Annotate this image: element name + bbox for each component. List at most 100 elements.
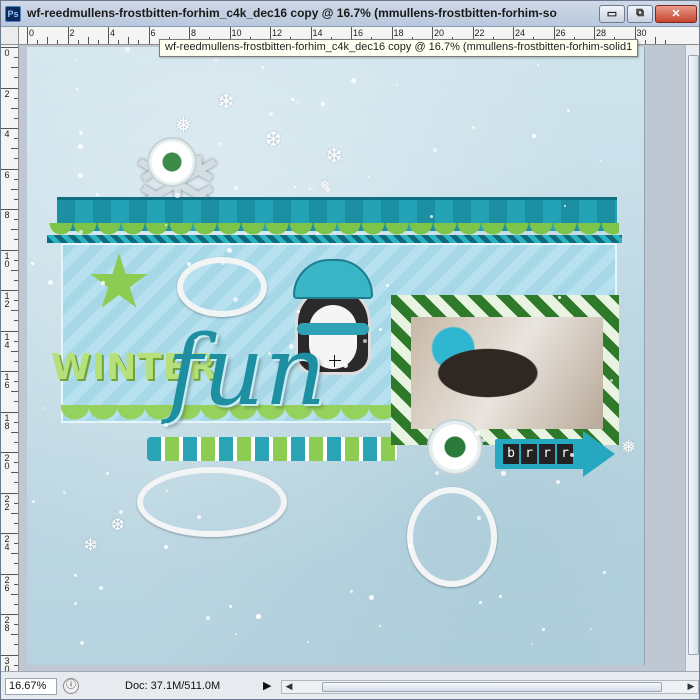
- ruler-minor-tick: [11, 67, 18, 69]
- ruler-label: 30: [636, 28, 647, 38]
- ruler-tick: [148, 27, 150, 44]
- snow-dot: [326, 188, 330, 192]
- snow-dot: [99, 586, 103, 590]
- snow-dot: [79, 230, 83, 234]
- ruler-minor-tick: [14, 401, 18, 403]
- snow-dot: [294, 186, 296, 188]
- ruler-label: 10: [4, 250, 10, 269]
- snow-dot: [78, 144, 83, 149]
- teal-ricrac-trim: [47, 235, 622, 243]
- snow-dot: [430, 215, 433, 218]
- ruler-minor-tick: [14, 543, 18, 545]
- document-size-info: Doc: 37.1M/511.0M: [125, 680, 221, 692]
- snow-dot: [235, 633, 237, 635]
- snow-dot: [165, 224, 167, 226]
- fun-word-art: fun: [167, 315, 327, 427]
- ruler-minor-tick: [11, 229, 18, 231]
- snow-dot: [537, 64, 539, 66]
- snow-dot: [570, 453, 574, 457]
- snow-dot: [610, 379, 613, 382]
- boy-photo: [411, 317, 603, 429]
- ruler-minor-tick: [654, 37, 656, 44]
- snow-dot: [44, 407, 46, 409]
- ruler-label: 8: [4, 210, 10, 220]
- snow-dot: [289, 344, 294, 349]
- snow-dot: [501, 471, 506, 476]
- ruler-minor-tick: [77, 40, 79, 44]
- ruler-minor-tick: [14, 421, 18, 423]
- snow-dot: [96, 193, 99, 196]
- canvas-area[interactable]: ❄ WINTER fun: [19, 45, 699, 671]
- arrow-head: [583, 431, 615, 477]
- ruler-minor-tick: [14, 138, 18, 140]
- snow-dot: [206, 616, 210, 620]
- ruler-tick: [27, 27, 28, 44]
- ruler-minor-tick: [11, 431, 18, 433]
- ruler-minor-tick: [14, 502, 18, 504]
- ruler-minor-tick: [47, 37, 49, 44]
- document-canvas[interactable]: ❄ WINTER fun: [27, 47, 645, 665]
- ruler-tick: [67, 27, 69, 44]
- ruler-label: 8: [191, 28, 197, 38]
- white-ribbon-loop: [407, 487, 497, 587]
- horizontal-scrollbar[interactable]: ◀ ▶: [281, 680, 699, 694]
- snow-dot: [350, 590, 353, 593]
- snow-dot: [219, 142, 222, 145]
- scroll-left-icon[interactable]: ◀: [282, 681, 296, 693]
- snowflake-icon: ❅: [621, 437, 637, 457]
- scroll-right-icon[interactable]: ▶: [684, 681, 698, 693]
- status-menu-arrow-icon[interactable]: ▶: [263, 679, 271, 692]
- flower-embellishment-top: [147, 137, 197, 187]
- title-bar[interactable]: Ps wf-reedmullens-frostbitten-forhim_c4k…: [1, 1, 699, 27]
- snow-dot: [542, 628, 545, 631]
- ruler-minor-tick: [14, 279, 18, 281]
- ruler-label: 28: [596, 28, 607, 38]
- ruler-label: 0: [4, 48, 10, 58]
- ruler-origin[interactable]: [1, 27, 19, 45]
- brrr-letters: b r r r: [503, 444, 573, 464]
- ruler-minor-tick: [11, 472, 18, 474]
- ruler-minor-tick: [14, 158, 18, 160]
- ruler-minor-tick: [138, 40, 140, 44]
- snow-dot: [531, 643, 533, 645]
- ruler-minor-tick: [11, 553, 18, 555]
- snow-dot: [175, 193, 180, 198]
- snow-dot: [556, 480, 560, 484]
- photoshop-document-window: Ps wf-reedmullens-frostbitten-forhim_c4k…: [0, 0, 700, 700]
- snow-dot: [106, 472, 109, 475]
- restore-button[interactable]: ⧉: [627, 5, 653, 23]
- ruler-minor-tick: [11, 269, 18, 271]
- snow-dot: [482, 438, 486, 442]
- ruler-label: 6: [150, 28, 156, 38]
- vertical-scroll-thumb[interactable]: [688, 55, 699, 655]
- ruler-label: 0: [29, 28, 35, 38]
- snow-dot: [74, 574, 77, 577]
- minimize-button[interactable]: ▭: [599, 5, 625, 23]
- snow-dot: [32, 500, 35, 503]
- snow-dot: [268, 352, 271, 355]
- snow-dot: [187, 262, 191, 266]
- snow-dot: [590, 628, 592, 630]
- ruler-minor-tick: [128, 37, 130, 44]
- document-info-icon[interactable]: ⓘ: [63, 678, 79, 694]
- ruler-minor-tick: [14, 360, 18, 362]
- ruler-label: 20: [434, 28, 445, 38]
- vertical-scrollbar[interactable]: [685, 45, 699, 671]
- ruler-minor-tick: [14, 77, 18, 79]
- snow-dot: [125, 47, 130, 52]
- white-ribbon-loop: [137, 467, 287, 537]
- horizontal-scroll-thumb[interactable]: [322, 682, 662, 692]
- zoom-level-field[interactable]: 16.67%: [5, 678, 57, 695]
- ruler-minor-tick: [14, 583, 18, 585]
- ruler-minor-tick: [11, 107, 18, 109]
- ruler-label: 26: [555, 28, 566, 38]
- ruler-minor-tick: [14, 462, 18, 464]
- ruler-minor-tick: [97, 40, 99, 44]
- ruler-label: 12: [4, 291, 10, 309]
- close-button[interactable]: ✕: [655, 5, 697, 23]
- vertical-ruler[interactable]: 0 2 4 6 8 10 12 14 16 18 20 22 24 26 28 30: [1, 45, 19, 671]
- ruler-minor-tick: [14, 563, 18, 565]
- snow-dot: [438, 489, 440, 491]
- mitten-garland: [147, 437, 397, 461]
- snow-dot: [256, 614, 261, 619]
